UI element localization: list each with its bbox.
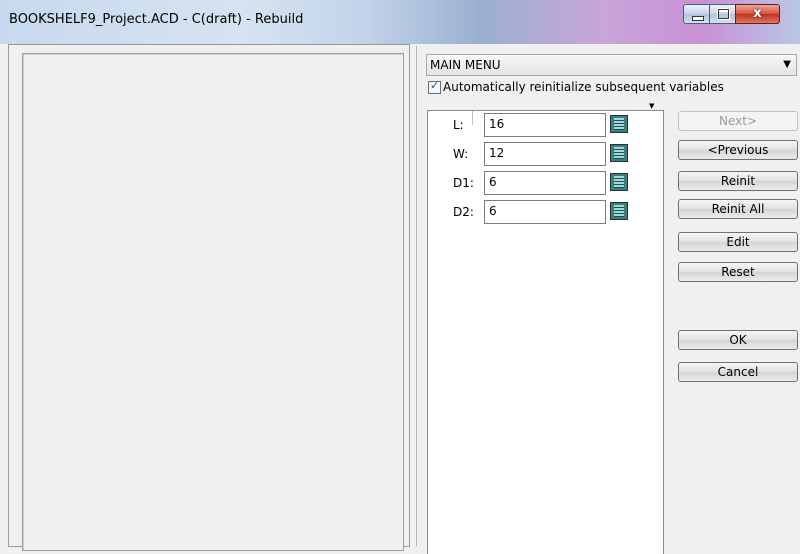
maximize-icon	[718, 9, 729, 19]
variable-row-w: W: 12	[428, 140, 664, 166]
reinit-all-button[interactable]: Reinit All	[678, 199, 798, 219]
variable-label: D1:	[453, 176, 474, 190]
variable-value: 6	[489, 175, 497, 189]
auto-reinit-checkbox[interactable]: ✓	[428, 79, 441, 94]
auto-reinit-option[interactable]: ✓ Automatically reinitialize subsequent …	[426, 79, 786, 96]
calculator-icon[interactable]	[610, 144, 628, 162]
checkmark-icon: ✓	[430, 79, 440, 92]
pane-splitter[interactable]	[412, 44, 422, 550]
minimize-button[interactable]	[683, 4, 710, 24]
calculator-icon[interactable]	[610, 202, 628, 220]
variable-input-w[interactable]: 12	[484, 142, 606, 166]
variable-value: 12	[489, 146, 505, 160]
variable-input-d2[interactable]: 6	[484, 200, 606, 224]
variable-value: 6	[489, 204, 497, 218]
edit-button[interactable]: Edit	[678, 232, 798, 252]
client-area: MAIN MENU ▼ ✓ Automatically reinitialize…	[8, 44, 800, 554]
calculator-icon[interactable]	[610, 173, 628, 191]
variable-row-l: L: 16	[428, 111, 664, 137]
calculator-icon[interactable]	[610, 115, 628, 133]
variable-input-d1[interactable]: 6	[484, 171, 606, 195]
splitter-line	[416, 46, 417, 546]
close-icon: x	[753, 6, 762, 21]
left-frame	[8, 44, 410, 551]
main-menu-dropdown[interactable]: MAIN MENU ▼	[426, 54, 797, 76]
close-button[interactable]: x	[735, 4, 780, 24]
reset-button[interactable]: Reset	[678, 262, 798, 282]
preview-pane	[22, 53, 404, 551]
maximize-button[interactable]	[709, 4, 736, 24]
panel-dropdown-arrow-icon[interactable]: ▼	[649, 102, 654, 110]
main-menu-selected: MAIN MENU	[430, 58, 501, 72]
reinit-button[interactable]: Reinit	[678, 171, 798, 191]
cancel-button[interactable]: Cancel	[678, 362, 798, 382]
next-button[interactable]: Next>	[678, 111, 798, 131]
variable-row-d2: D2: 6	[428, 198, 664, 224]
auto-reinit-label: Automatically reinitialize subsequent va…	[443, 80, 724, 94]
ok-button[interactable]: OK	[678, 330, 798, 350]
variable-label: W:	[453, 147, 469, 161]
rebuild-panel: MAIN MENU ▼ ✓ Automatically reinitialize…	[422, 50, 800, 554]
window-title: BOOKSHELF9_Project.ACD - C(draft) - Rebu…	[9, 12, 304, 27]
minimize-icon	[692, 16, 704, 21]
chevron-down-icon: ▼	[783, 59, 791, 70]
variable-row-d1: D1: 6	[428, 169, 664, 195]
previous-button[interactable]: <Previous	[678, 140, 798, 160]
variable-value: 16	[489, 117, 505, 131]
app-window: BOOKSHELF9_Project.ACD - C(draft) - Rebu…	[0, 0, 800, 554]
variable-label: L:	[453, 118, 464, 132]
variables-panel: L: 16 W: 12 D1: 6 D2: 6	[427, 110, 664, 554]
caption-buttons: x	[683, 4, 793, 26]
variable-label: D2:	[453, 205, 474, 219]
variable-input-l[interactable]: 16	[484, 113, 606, 137]
title-bar[interactable]: BOOKSHELF9_Project.ACD - C(draft) - Rebu…	[0, 0, 800, 44]
